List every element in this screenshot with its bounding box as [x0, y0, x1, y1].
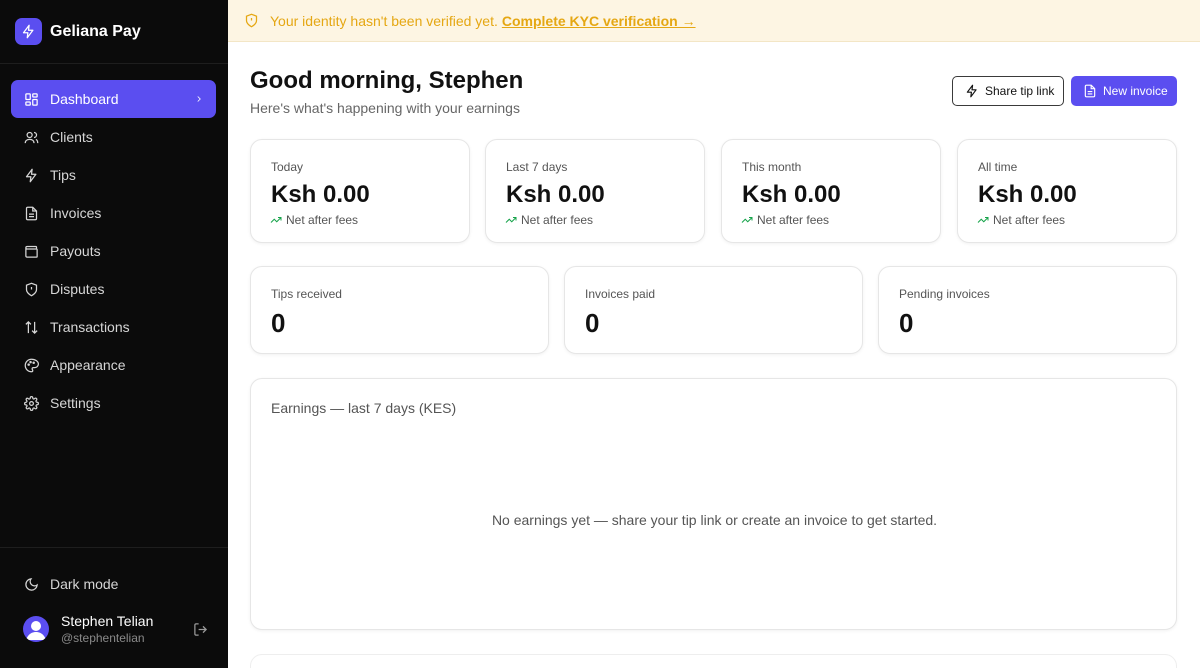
- next-card: [250, 654, 1177, 668]
- sidebar-item-label: Payouts: [50, 243, 101, 259]
- dark-mode-label: Dark mode: [50, 576, 119, 592]
- sidebar-item-clients[interactable]: Clients: [11, 118, 216, 156]
- sidebar-footer: Dark mode Stephen Telian @stephentelian: [0, 547, 228, 668]
- stat-note: Net after fees: [977, 213, 1065, 227]
- stat-amount: Ksh 0.00: [506, 181, 605, 208]
- sidebar-item-label: Clients: [50, 129, 93, 145]
- shield-icon: [23, 281, 39, 297]
- new-invoice-label: New invoice: [1103, 84, 1168, 98]
- count-value: 0: [585, 308, 600, 338]
- shield-alert-icon: [244, 13, 259, 28]
- sidebar-item-label: Transactions: [50, 319, 130, 335]
- user-info: Stephen Telian @stephentelian: [61, 613, 153, 645]
- sidebar-item-label: Settings: [50, 395, 101, 411]
- stat-amount: Ksh 0.00: [742, 181, 841, 208]
- sidebar-nav: Dashboard Clients Tips Invoices Payouts …: [11, 80, 216, 422]
- stat-note: Net after fees: [505, 213, 593, 227]
- user-profile[interactable]: Stephen Telian @stephentelian: [23, 613, 208, 645]
- stat-note-text: Net after fees: [993, 213, 1066, 227]
- kyc-banner-message: Your identity hasn't been verified yet.: [270, 12, 498, 29]
- sidebar-item-label: Dashboard: [50, 91, 119, 107]
- user-handle: @stephentelian: [61, 631, 145, 645]
- trending-up-icon: [977, 214, 989, 226]
- count-card-tips-received: Tips received 0: [250, 266, 549, 354]
- count-label: Tips received: [271, 287, 342, 301]
- stat-note: Net after fees: [270, 213, 358, 227]
- arrows-up-down-icon: [23, 319, 39, 335]
- count-value: 0: [899, 308, 914, 338]
- stat-amount: Ksh 0.00: [978, 181, 1077, 208]
- sidebar: Geliana Pay Dashboard Clients Tips Invoi…: [0, 0, 228, 668]
- stat-amount: Ksh 0.00: [271, 181, 370, 208]
- stat-card-all-time: All time Ksh 0.00 Net after fees: [957, 139, 1177, 243]
- sidebar-item-invoices[interactable]: Invoices: [11, 194, 216, 232]
- lightning-logo-icon: [15, 18, 42, 45]
- sidebar-item-settings[interactable]: Settings: [11, 384, 216, 422]
- users-icon: [23, 129, 39, 145]
- wallet-icon: [23, 243, 39, 259]
- page-subtitle: Here's what's happening with your earnin…: [250, 100, 520, 116]
- lightning-icon: [965, 84, 979, 98]
- chevron-right-icon: [194, 91, 204, 107]
- trending-up-icon: [270, 214, 282, 226]
- palette-icon: [23, 357, 39, 373]
- app-name: Geliana Pay: [50, 22, 141, 40]
- stat-card-today: Today Ksh 0.00 Net after fees: [250, 139, 470, 243]
- count-label: Pending invoices: [899, 287, 990, 301]
- sidebar-item-payouts[interactable]: Payouts: [11, 232, 216, 270]
- stat-note-text: Net after fees: [286, 213, 359, 227]
- document-icon: [23, 205, 39, 221]
- sidebar-item-transactions[interactable]: Transactions: [11, 308, 216, 346]
- trending-up-icon: [741, 214, 753, 226]
- chart-empty-state: No earnings yet — share your tip link or…: [491, 512, 938, 528]
- sidebar-item-tips[interactable]: Tips: [11, 156, 216, 194]
- chart-title: Earnings — last 7 days (KES): [271, 400, 457, 416]
- kyc-banner: Your identity hasn't been verified yet. …: [228, 0, 1200, 42]
- sidebar-item-label: Tips: [50, 167, 76, 183]
- stat-card-last-7-days: Last 7 days Ksh 0.00 Net after fees: [485, 139, 705, 243]
- stat-card-this-month: This month Ksh 0.00 Net after fees: [721, 139, 941, 243]
- count-card-pending-invoices: Pending invoices 0: [878, 266, 1177, 354]
- stat-label: Last 7 days: [506, 160, 568, 174]
- stat-label: Today: [271, 160, 304, 174]
- logout-icon[interactable]: [193, 622, 208, 637]
- share-tip-link-label: Share tip link: [985, 84, 1055, 98]
- stat-note: Net after fees: [741, 213, 829, 227]
- earnings-chart-card: Earnings — last 7 days (KES) No earnings…: [250, 378, 1177, 630]
- stat-label: This month: [742, 160, 802, 174]
- stat-note-text: Net after fees: [757, 213, 830, 227]
- avatar: [23, 616, 49, 642]
- user-name: Stephen Telian: [61, 613, 154, 629]
- sidebar-item-dashboard[interactable]: Dashboard: [11, 80, 216, 118]
- dashboard-grid-icon: [23, 91, 39, 107]
- stat-label: All time: [978, 160, 1018, 174]
- sidebar-item-label: Appearance: [50, 357, 126, 373]
- complete-kyc-link[interactable]: Complete KYC verification →: [502, 13, 696, 29]
- count-card-invoices-paid: Invoices paid 0: [564, 266, 863, 354]
- moon-icon: [23, 576, 39, 592]
- sidebar-item-label: Invoices: [50, 205, 102, 221]
- stat-note-text: Net after fees: [521, 213, 594, 227]
- count-label: Invoices paid: [585, 287, 656, 301]
- brand[interactable]: Geliana Pay: [0, 0, 228, 64]
- trending-up-icon: [505, 214, 517, 226]
- lightning-icon: [23, 167, 39, 183]
- sidebar-item-appearance[interactable]: Appearance: [11, 346, 216, 384]
- sidebar-item-label: Disputes: [50, 281, 105, 297]
- document-icon: [1083, 84, 1097, 98]
- gear-icon: [23, 395, 39, 411]
- sidebar-item-disputes[interactable]: Disputes: [11, 270, 216, 308]
- dark-mode-toggle[interactable]: Dark mode: [11, 565, 216, 603]
- page-title: Good morning, Stephen: [250, 67, 524, 94]
- count-value: 0: [271, 308, 286, 338]
- new-invoice-button[interactable]: New invoice: [1071, 76, 1177, 106]
- share-tip-link-button[interactable]: Share tip link: [952, 76, 1064, 106]
